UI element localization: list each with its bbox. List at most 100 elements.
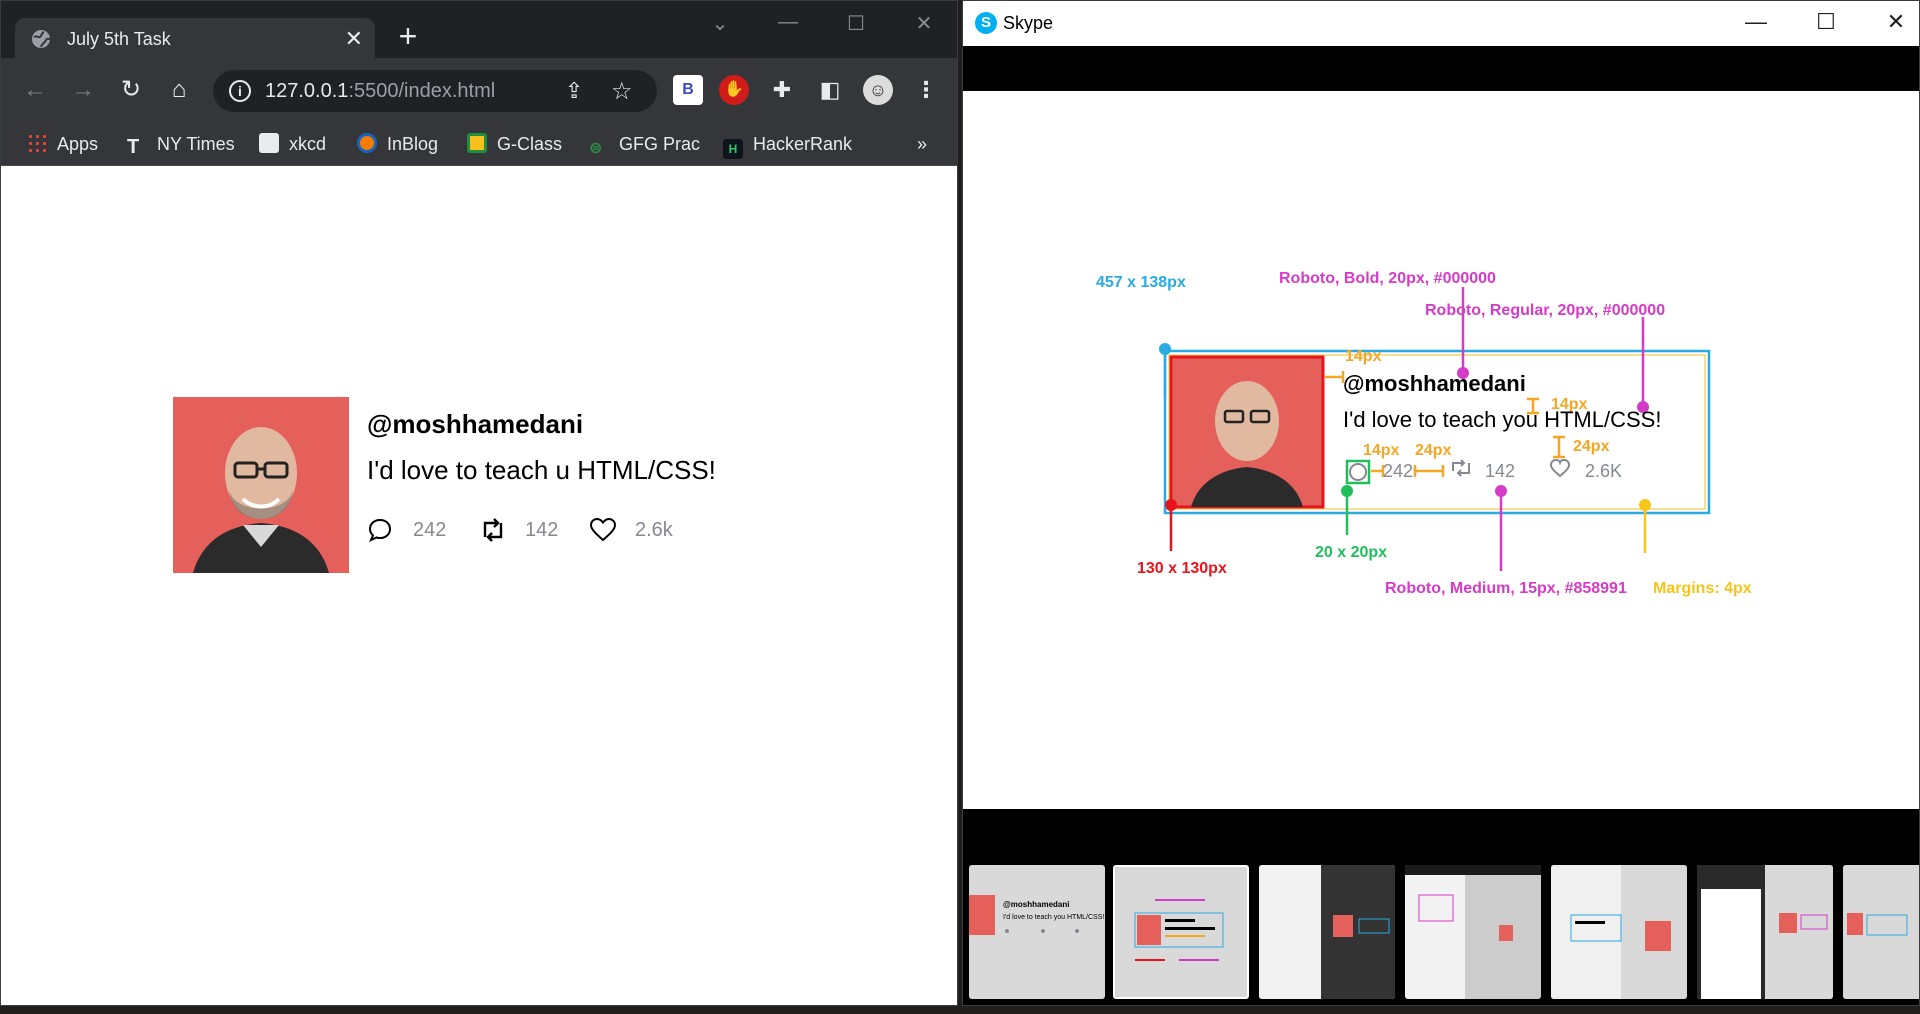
image-size-label: 130 x 130px [1137, 560, 1227, 577]
thumbnail-1-art: @moshhamedani I'd love to teach you HTML… [969, 895, 1104, 935]
minimize-icon[interactable]: — [773, 11, 803, 34]
thumbnail-1[interactable]: @moshhamedani I'd love to teach you HTML… [969, 865, 1105, 999]
url-path: :5500/index.html [348, 80, 496, 102]
thumb-handle: @moshhamedani [1003, 900, 1069, 909]
bookmark-gclass[interactable]: G-Class [467, 131, 562, 157]
retweet-count: 142 [525, 519, 559, 541]
new-tab-icon[interactable]: + [393, 20, 423, 52]
thumb-text: I'd love to teach you HTML/CSS! [1003, 914, 1104, 921]
comment-icon [368, 518, 392, 542]
bookmark-label: NY Times [157, 134, 235, 154]
adblock-icon[interactable]: ✋ [719, 75, 749, 105]
spec-handle: @moshhamedani [1343, 371, 1526, 396]
tweet-text: I'd love to teach u HTML/CSS! [367, 455, 716, 485]
browser-window: July 5th Task ✕ + ⌄ — ☐ ✕ ← → ↻ ⌂ i 127.… [0, 0, 958, 1006]
xkcd-icon [259, 133, 279, 153]
extensions-puzzle-icon[interactable]: ✚ [767, 75, 797, 105]
tab-search-icon[interactable]: ⌄ [705, 11, 735, 36]
thumbnail-4-art [1405, 865, 1541, 999]
menu-kebab-icon[interactable]: ⋮ [911, 75, 941, 105]
skype-close-icon[interactable]: ✕ [1881, 9, 1911, 35]
icon-size-label: 20 x 20px [1315, 544, 1387, 561]
spec-comment-count: 242 [1383, 461, 1413, 481]
back-icon[interactable]: ← [21, 76, 49, 104]
gap-label-1: 14px [1345, 348, 1382, 365]
medium-font-label: Roboto, Medium, 15px, #858991 [1385, 580, 1627, 597]
thumbnail-6-art [1697, 865, 1833, 999]
thumbnail-5[interactable] [1551, 865, 1687, 999]
margin-label: Margins: 4px [1653, 580, 1752, 597]
skype-title: Skype [1003, 13, 1054, 33]
spec-retweet-icon [1452, 459, 1470, 477]
bookmark-inblog[interactable]: InBlog [357, 131, 438, 157]
thumbnail-4[interactable] [1405, 865, 1541, 999]
profile-avatar[interactable]: ☺ [863, 75, 893, 105]
card-size-label: 457 x 138px [1096, 274, 1186, 291]
site-info-icon[interactable]: i [229, 80, 251, 102]
spacer-24-gap [1413, 465, 1445, 477]
maximize-icon[interactable]: ☐ [841, 11, 871, 36]
share-icon[interactable]: ⇪ [565, 78, 583, 104]
hackerrank-icon: H [723, 139, 743, 159]
gap-label-4: 14px [1363, 442, 1400, 459]
globe-icon [32, 30, 51, 48]
spacer-14-icon [1371, 465, 1385, 477]
gap-label-3: 24px [1573, 438, 1610, 455]
thumbnail-3[interactable] [1259, 865, 1395, 999]
browser-toolbar: ← → ↻ ⌂ i 127.0.0.1:5500/index.html ⇪ ☆ … [1, 58, 957, 122]
extension-b-icon[interactable]: B [673, 75, 703, 105]
thumbnail-7[interactable] [1843, 865, 1919, 999]
profile-photo-art [173, 397, 349, 573]
home-icon[interactable]: ⌂ [165, 76, 193, 104]
bookmark-xkcd[interactable]: xkcd [259, 131, 326, 157]
browser-tab[interactable]: July 5th Task ✕ [15, 18, 375, 60]
url-text: 127.0.0.1:5500/index.html [265, 80, 495, 103]
thumbnail-6[interactable] [1697, 865, 1833, 999]
address-bar[interactable]: i 127.0.0.1:5500/index.html ⇪ ☆ [213, 70, 657, 112]
bookmark-apps[interactable]: Apps [27, 131, 98, 157]
spec-heart-icon [1549, 458, 1571, 478]
bookmark-label: xkcd [289, 134, 327, 154]
nytimes-icon: T [127, 136, 140, 158]
bookmark-star-icon[interactable]: ☆ [611, 77, 633, 106]
skype-logo-icon: S [975, 12, 997, 34]
thumbnail-5-art [1551, 865, 1687, 999]
spacer-24-actions [1553, 435, 1565, 459]
close-window-icon[interactable]: ✕ [909, 11, 939, 36]
retweet-icon [483, 518, 503, 542]
bookmark-label: Apps [57, 134, 99, 154]
side-panel-icon[interactable]: ◧ [815, 75, 845, 105]
reload-icon[interactable]: ↻ [117, 76, 145, 104]
overflow-label: » [917, 134, 928, 154]
tab-strip: July 5th Task ✕ + ⌄ — ☐ ✕ [1, 1, 957, 60]
tweet-handle: @moshhamedani [367, 409, 584, 439]
heart-icon [589, 517, 617, 542]
skype-minimize-icon[interactable]: — [1741, 9, 1771, 35]
card-size-dot [1159, 343, 1171, 355]
thumbnail-2[interactable] [1113, 865, 1249, 999]
tab-close-icon[interactable]: ✕ [345, 26, 363, 52]
bookmark-gfg[interactable]: ⊜ GFG Prac [589, 131, 700, 157]
spec-comment-icon [1349, 463, 1367, 481]
bookmarks-overflow-icon[interactable]: » [917, 131, 927, 157]
forward-icon[interactable]: → [69, 76, 97, 104]
bookmark-label: G-Class [497, 134, 563, 154]
bookmark-label: HackerRank [753, 134, 853, 154]
regular-font-label: Roboto, Regular, 20px, #000000 [1425, 302, 1665, 319]
thumbnail-3-art [1259, 865, 1395, 999]
inblog-icon [357, 133, 377, 153]
thumbnail-2-art [1134, 899, 1224, 961]
bookmark-hackerrank[interactable]: H HackerRank [723, 131, 853, 159]
bookmark-label: GFG Prac [619, 134, 701, 154]
image-viewer[interactable]: 457 x 138px Roboto, Bold, 20px, #000000 … [963, 91, 1919, 809]
apps-grid-icon [27, 133, 47, 153]
spec-retweet-count: 142 [1485, 461, 1515, 481]
thumbnail-strip: @moshhamedani I'd love to teach you HTML… [963, 857, 1919, 1005]
extension-b-label: B [682, 81, 694, 98]
google-classroom-icon [467, 133, 487, 153]
profile-photo [173, 397, 349, 573]
skype-maximize-icon[interactable]: ☐ [1811, 9, 1841, 35]
thumbnail-7-art [1843, 865, 1919, 999]
bookmark-nytimes[interactable]: T NY Times [127, 131, 235, 157]
spec-tweet-text: I'd love to teach you HTML/CSS! [1343, 407, 1661, 432]
